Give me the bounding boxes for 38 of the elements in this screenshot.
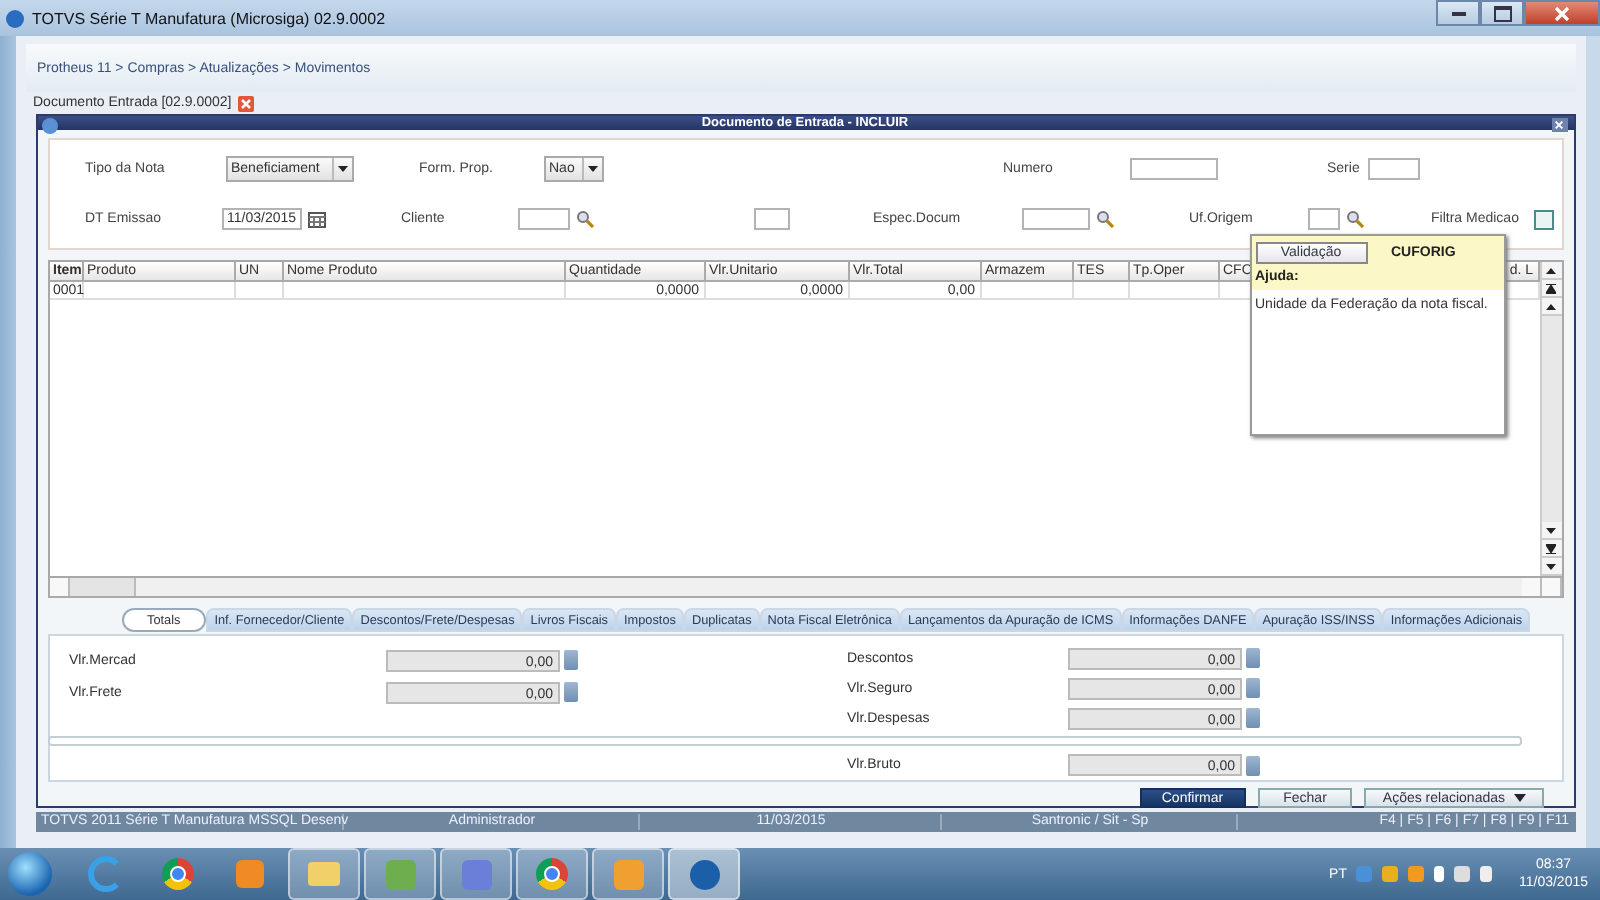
input-field[interactable]: [517, 208, 569, 230]
input-field[interactable]: [1307, 208, 1339, 230]
vertical-scrollbar[interactable]: [1539, 262, 1561, 576]
search-icon[interactable]: [1095, 210, 1113, 228]
scroll-up-icon[interactable]: [1541, 262, 1561, 280]
scroll-top-icon[interactable]: [1541, 280, 1561, 298]
table-cell: [235, 282, 283, 300]
app-logo-icon: [41, 118, 57, 134]
scroll-down-icon[interactable]: [1541, 522, 1561, 540]
search-icon[interactable]: [575, 210, 593, 228]
close-icon: [1554, 5, 1570, 21]
close-tab-button[interactable]: [237, 95, 254, 111]
start-button[interactable]: [8, 852, 52, 896]
checkbox[interactable]: [1533, 209, 1553, 229]
window-title: TOTVS Série T Manufatura (Microsiga) 02.9.0002: [32, 9, 386, 27]
app-logo-icon: [6, 9, 24, 27]
scroll-bottom-icon[interactable]: [1541, 540, 1561, 558]
scroll-down-icon[interactable]: [1541, 558, 1561, 576]
maximize-button[interactable]: [1480, 0, 1524, 26]
input-field[interactable]: [1021, 208, 1089, 230]
caret-icon: [337, 166, 347, 172]
calendar-icon[interactable]: [307, 211, 325, 227]
input-field[interactable]: [1367, 158, 1419, 180]
table-cell: [981, 282, 1073, 300]
browser-icon[interactable]: [162, 858, 194, 890]
minimize-button[interactable]: [1436, 0, 1480, 26]
table-cell: [1129, 282, 1219, 300]
horizontal-scrollbar[interactable]: [47, 578, 1563, 598]
app-icon[interactable]: [689, 859, 719, 889]
caret-icon: [587, 166, 597, 172]
caret-icon: [1513, 794, 1525, 802]
input-field[interactable]: [1129, 158, 1217, 180]
input-field[interactable]: [753, 208, 789, 230]
browser-icon[interactable]: [536, 858, 568, 890]
table-cell: [1073, 282, 1129, 300]
scroll-up-icon[interactable]: [1541, 298, 1561, 316]
close-button[interactable]: [1524, 0, 1600, 26]
search-icon[interactable]: [1345, 210, 1363, 228]
